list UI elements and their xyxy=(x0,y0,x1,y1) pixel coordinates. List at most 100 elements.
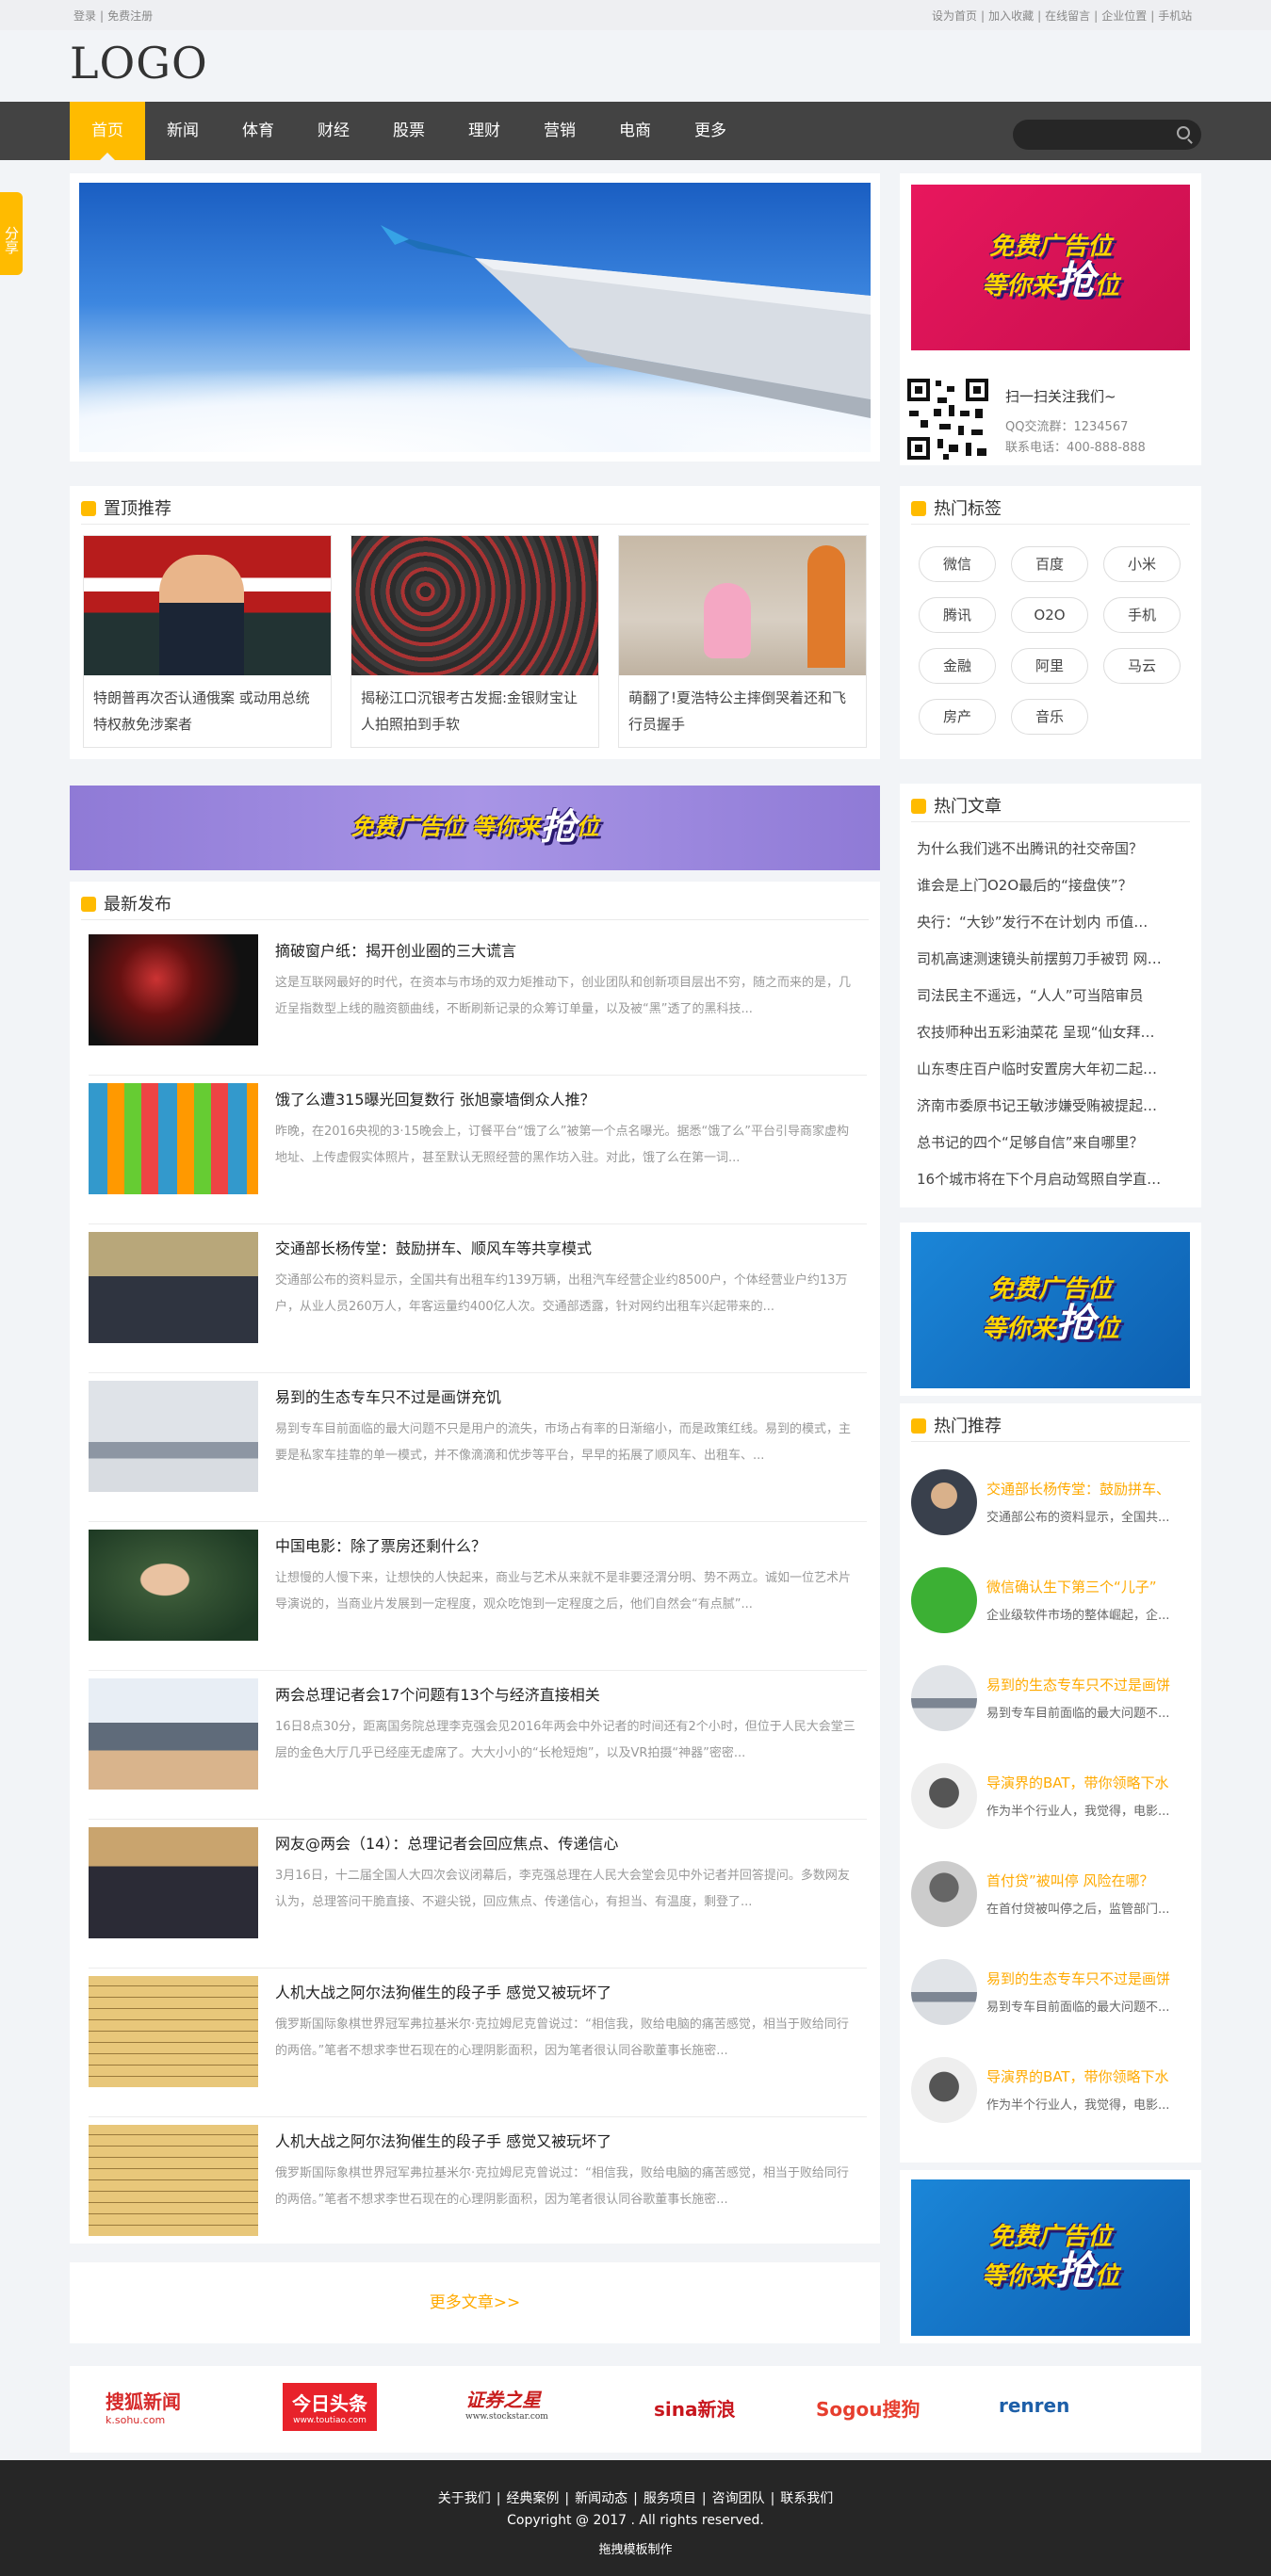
article-thumbnail[interactable] xyxy=(89,1827,258,1938)
featured-card[interactable]: 揭秘江口沉银考古发掘:金银财宝让人拍照拍到手软 xyxy=(350,535,599,748)
article-thumbnail[interactable] xyxy=(89,1232,258,1343)
hot-article-link[interactable]: 总书记的四个“足够自信”来自哪里？ xyxy=(917,1132,1181,1152)
hot-article-link[interactable]: 16个城市将在下个月启动驾照自学直… xyxy=(917,1169,1181,1189)
tag-item[interactable]: 微信 xyxy=(919,546,996,582)
nav-item-more[interactable]: 更多 xyxy=(673,102,748,160)
register-link[interactable]: 免费注册 xyxy=(107,9,153,23)
recommend-title-link[interactable]: 微信确认生下第三个“儿子” xyxy=(986,1577,1182,1596)
nav-item-finance[interactable]: 财经 xyxy=(296,102,371,160)
site-logo[interactable]: LOGO xyxy=(70,38,208,89)
article-thumbnail[interactable] xyxy=(89,1976,258,2087)
featured-card[interactable]: 萌翻了!夏浩特公主摔倒哭着还和飞行员握手 xyxy=(618,535,867,748)
hot-article-link[interactable]: 济南市委原书记王敏涉嫌受贿被提起… xyxy=(917,1095,1181,1115)
tag-item[interactable]: 小米 xyxy=(1103,546,1181,582)
tag-item[interactable]: 百度 xyxy=(1011,546,1088,582)
recommend-thumbnail[interactable] xyxy=(911,1959,977,2025)
recommend-thumbnail[interactable] xyxy=(911,1567,977,1633)
message-link[interactable]: 在线留言 xyxy=(1045,9,1090,23)
article-thumbnail[interactable] xyxy=(89,2125,258,2236)
featured-card-title[interactable]: 揭秘江口沉银考古发掘:金银财宝让人拍照拍到手软 xyxy=(361,685,587,737)
recommend-title-link[interactable]: 导演界的BAT，带你领略下水 xyxy=(986,1773,1182,1792)
article-title[interactable]: 人机大战之阿尔法狗催生的段子手 感觉又被玩坏了 xyxy=(275,1980,611,2002)
hot-article-link[interactable]: 农技师种出五彩油菜花 呈现“仙女拜… xyxy=(917,1022,1181,1042)
article-title[interactable]: 两会总理记者会17个问题有13个与经济直接相关 xyxy=(275,1682,600,1705)
recommend-item[interactable]: 微信确认生下第三个“儿子” 企业级软件市场的整体崛起，企... xyxy=(911,1567,1184,1633)
recommend-title-link[interactable]: 交通部长杨传堂：鼓励拼车、 xyxy=(986,1479,1182,1499)
recommend-thumbnail[interactable] xyxy=(911,1469,977,1535)
article-title[interactable]: 摘破窗户纸：揭开创业圈的三大谎言 xyxy=(275,938,516,961)
nav-item-marketing[interactable]: 营销 xyxy=(522,102,597,160)
footer-link-services[interactable]: 服务项目 xyxy=(644,2491,696,2506)
hot-article-link[interactable]: 司机高速测速镜头前摆剪刀手被罚 网… xyxy=(917,948,1181,968)
search-icon[interactable] xyxy=(1177,126,1190,139)
article-title[interactable]: 人机大战之阿尔法狗催生的段子手 感觉又被玩坏了 xyxy=(275,2129,611,2151)
login-link[interactable]: 登录 xyxy=(73,9,96,23)
article-title[interactable]: 易到的生态专车只不过是画饼充饥 xyxy=(275,1385,501,1407)
nav-item-wealth[interactable]: 理财 xyxy=(447,102,522,160)
featured-card[interactable]: 特朗普再次否认通俄案 或动用总统特权赦免涉案者 xyxy=(83,535,332,748)
recommend-item[interactable]: 易到的生态专车只不过是画饼 易到专车目前面临的最大问题不... xyxy=(911,1665,1184,1731)
tag-item[interactable]: 腾讯 xyxy=(919,597,996,633)
partner-logo-sohu[interactable]: 搜狐新闻 k.sohu.com xyxy=(106,2387,181,2426)
recommend-item[interactable]: 易到的生态专车只不过是画饼 易到专车目前面临的最大问题不... xyxy=(911,1959,1184,2025)
article-thumbnail[interactable] xyxy=(89,934,258,1045)
tag-item[interactable]: 金融 xyxy=(919,648,996,684)
article-item[interactable]: 易到的生态专车只不过是画饼充饥 易到专车目前面临的最大问题不只是用户的流失，市场… xyxy=(89,1381,867,1530)
article-item[interactable]: 人机大战之阿尔法狗催生的段子手 感觉又被玩坏了 俄罗斯国际象棋世界冠军弗拉基米尔… xyxy=(89,2125,867,2274)
nav-item-sports[interactable]: 体育 xyxy=(220,102,296,160)
article-item[interactable]: 两会总理记者会17个问题有13个与经济直接相关 16日8点30分，距离国务院总理… xyxy=(89,1678,867,1827)
article-thumbnail[interactable] xyxy=(89,1530,258,1641)
ad-banner-1[interactable]: 免费广告位 等你来抢位 xyxy=(911,185,1190,350)
search-input[interactable] xyxy=(1013,120,1201,150)
article-title[interactable]: 交通部长杨传堂：鼓励拼车、顺风车等共享模式 xyxy=(275,1236,592,1258)
article-thumbnail[interactable] xyxy=(89,1678,258,1790)
add-favorite-link[interactable]: 加入收藏 xyxy=(988,9,1034,23)
hot-article-link[interactable]: 谁会是上门O2O最后的“接盘侠”？ xyxy=(917,875,1181,895)
mobile-link[interactable]: 手机站 xyxy=(1158,9,1192,23)
hot-article-link[interactable]: 为什么我们逃不出腾讯的社交帝国？ xyxy=(917,838,1181,858)
recommend-thumbnail[interactable] xyxy=(911,1763,977,1829)
nav-item-ecommerce[interactable]: 电商 xyxy=(597,102,673,160)
article-thumbnail[interactable] xyxy=(89,1381,258,1492)
footer-link-news[interactable]: 新闻动态 xyxy=(575,2491,627,2506)
ad-banner-3[interactable]: 免费广告位 等你来抢位 xyxy=(911,2179,1190,2336)
footer-link-about[interactable]: 关于我们 xyxy=(438,2491,491,2506)
article-item[interactable]: 人机大战之阿尔法狗催生的段子手 感觉又被玩坏了 俄罗斯国际象棋世界冠军弗拉基米尔… xyxy=(89,1976,867,2125)
recommend-thumbnail[interactable] xyxy=(911,1861,977,1927)
article-item[interactable]: 网友@两会（14）：总理记者会回应焦点、传递信心 3月16日，十二届全国人大四次… xyxy=(89,1827,867,1976)
footer-link-cases[interactable]: 经典案例 xyxy=(506,2491,559,2506)
article-item[interactable]: 摘破窗户纸：揭开创业圈的三大谎言 这是互联网最好的时代，在资本与市场的双力矩推动… xyxy=(89,934,867,1083)
tag-item[interactable]: 手机 xyxy=(1103,597,1181,633)
recommend-thumbnail[interactable] xyxy=(911,1665,977,1731)
article-title[interactable]: 饿了么遭315曝光回复数行 张旭豪墙倒众人推？ xyxy=(275,1087,595,1110)
tag-item[interactable]: 房产 xyxy=(919,699,996,735)
nav-item-home[interactable]: 首页 xyxy=(70,102,145,160)
footer-link-team[interactable]: 咨询团队 xyxy=(712,2491,765,2506)
partner-logo-toutiao[interactable]: 今日头条 www.toutiao.com xyxy=(283,2383,377,2431)
article-thumbnail[interactable] xyxy=(89,1083,258,1194)
footer-link-contact[interactable]: 联系我们 xyxy=(780,2491,833,2506)
share-button[interactable]: 分享 xyxy=(0,192,23,275)
recommend-item[interactable]: 导演界的BAT，带你领略下水 作为半个行业人，我觉得，电影... xyxy=(911,1763,1184,1829)
recommend-item[interactable]: 首付贷”被叫停 风险在哪？ 在首付贷被叫停之后，监管部门... xyxy=(911,1861,1184,1927)
partner-logo-sogou[interactable]: Sogou搜狗 xyxy=(816,2394,920,2422)
recommend-title-link[interactable]: 易到的生态专车只不过是画饼 xyxy=(986,1675,1182,1694)
partner-logo-stockstar[interactable]: 证券之星 www.stockstar.com xyxy=(465,2385,548,2422)
location-link[interactable]: 企业位置 xyxy=(1101,9,1147,23)
recommend-thumbnail[interactable] xyxy=(911,2057,977,2123)
article-item[interactable]: 中国电影：除了票房还剩什么？ 让想慢的人慢下来，让想快的人快起来，商业与艺术从来… xyxy=(89,1530,867,1678)
ad-banner-2[interactable]: 免费广告位 等你来抢位 xyxy=(911,1232,1190,1388)
hero-banner-image[interactable] xyxy=(79,183,871,452)
article-title[interactable]: 中国电影：除了票房还剩什么？ xyxy=(275,1533,486,1556)
recommend-item[interactable]: 导演界的BAT，带你领略下水 作为半个行业人，我觉得，电影... xyxy=(911,2057,1184,2123)
featured-card-title[interactable]: 特朗普再次否认通俄案 或动用总统特权赦免涉案者 xyxy=(93,685,319,737)
set-home-link[interactable]: 设为首页 xyxy=(932,9,977,23)
more-articles-button[interactable]: 更多文章>> xyxy=(70,2262,880,2343)
hot-article-link[interactable]: 央行：“大钞”发行不在计划内 币值… xyxy=(917,912,1181,932)
article-title[interactable]: 网友@两会（14）：总理记者会回应焦点、传递信心 xyxy=(275,1831,618,1854)
tag-item[interactable]: 马云 xyxy=(1103,648,1181,684)
nav-item-stocks[interactable]: 股票 xyxy=(371,102,447,160)
hot-article-link[interactable]: 山东枣庄百户临时安置房大年初二起… xyxy=(917,1059,1181,1078)
tag-item[interactable]: 音乐 xyxy=(1011,699,1088,735)
nav-item-news[interactable]: 新闻 xyxy=(145,102,220,160)
